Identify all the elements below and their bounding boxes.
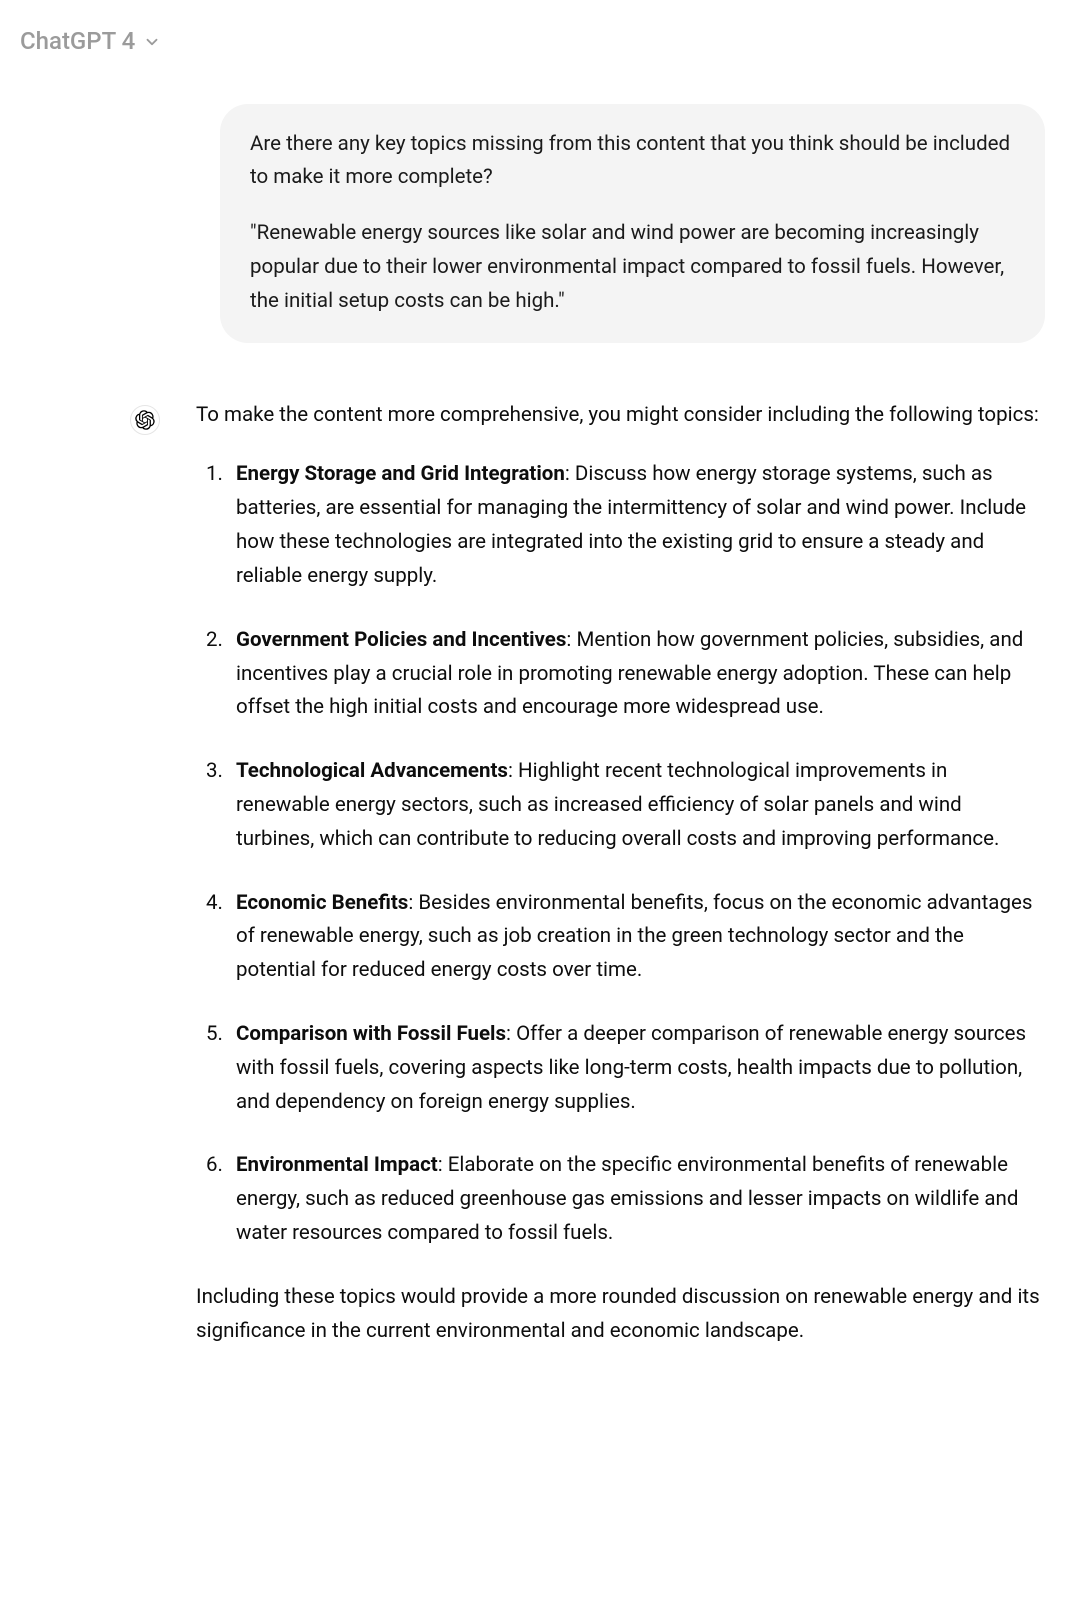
assistant-list: Energy Storage and Grid Integration: Dis… — [236, 458, 1045, 1250]
conversation: Are there any key topics missing from th… — [0, 84, 1085, 1415]
list-item-title: Technological Advancements — [236, 759, 508, 783]
user-text-2: "Renewable energy sources like solar and… — [250, 217, 1015, 318]
model-name: ChatGPT 4 — [20, 22, 135, 62]
openai-logo-icon — [130, 405, 160, 435]
list-item-title: Comparison with Fossil Fuels — [236, 1022, 506, 1046]
list-item: Government Policies and Incentives: Ment… — [236, 624, 1045, 725]
assistant-outro: Including these topics would provide a m… — [196, 1281, 1045, 1349]
list-item-title: Environmental Impact — [236, 1153, 438, 1177]
list-item: Comparison with Fossil Fuels: Offer a de… — [236, 1018, 1045, 1119]
list-item: Energy Storage and Grid Integration: Dis… — [236, 458, 1045, 593]
chevron-down-icon — [143, 33, 161, 51]
model-selector[interactable]: ChatGPT 4 — [20, 22, 161, 62]
assistant-message: To make the content more comprehensive, … — [20, 399, 1065, 1375]
list-item: Environmental Impact: Elaborate on the s… — [236, 1149, 1045, 1250]
list-item-title: Energy Storage and Grid Integration — [236, 462, 565, 486]
header-bar: ChatGPT 4 — [0, 0, 1085, 84]
list-item: Technological Advancements: Highlight re… — [236, 755, 1045, 856]
user-text-1: Are there any key topics missing from th… — [250, 128, 1015, 196]
assistant-intro: To make the content more comprehensive, … — [196, 399, 1045, 433]
list-item-title: Economic Benefits — [236, 891, 408, 915]
assistant-content: To make the content more comprehensive, … — [196, 399, 1045, 1375]
user-message: Are there any key topics missing from th… — [220, 104, 1045, 343]
list-item: Economic Benefits: Besides environmental… — [236, 887, 1045, 988]
list-item-title: Government Policies and Incentives — [236, 628, 566, 652]
